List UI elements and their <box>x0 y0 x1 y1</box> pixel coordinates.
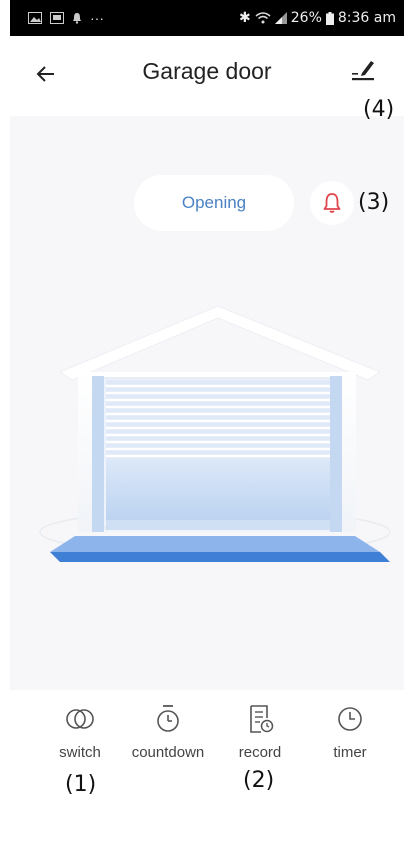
countdown-label: countdown <box>131 744 205 761</box>
timer-label: timer <box>333 744 367 761</box>
stopwatch-icon <box>157 705 179 732</box>
app-screen: ··· ✱ 26% 8:36 am Garage door (4) Openin… <box>10 0 404 844</box>
annotation-2: (2) <box>243 768 275 793</box>
record-label: record <box>238 744 282 761</box>
annotation-1: (1) <box>65 772 97 797</box>
annotation-4: (4) <box>363 97 395 122</box>
door-slats <box>106 380 330 460</box>
garage-door-illustration <box>39 305 390 562</box>
status-left-icons: ··· <box>28 10 104 26</box>
page-title: Garage door <box>142 58 272 84</box>
record-button[interactable]: record <box>220 702 300 761</box>
bottom-action-bar: switch countdown record timer <box>10 690 404 844</box>
annotation-3: (3) <box>358 190 390 215</box>
door-status-badge: Opening <box>134 175 294 231</box>
bell-icon <box>323 193 341 213</box>
notification-bell-icon <box>73 13 81 24</box>
timer-button[interactable]: timer <box>310 702 390 761</box>
clock-time: 8:36 am <box>337 10 396 26</box>
switch-toggle-icon <box>66 709 94 729</box>
signal-icon <box>274 12 287 24</box>
countdown-button[interactable]: countdown <box>128 702 208 761</box>
more-notifications: ··· <box>90 10 104 26</box>
header: Garage door <box>10 36 404 116</box>
switch-button[interactable]: switch <box>40 702 120 761</box>
battery-icon <box>325 11 334 25</box>
bluetooth-icon: ✱ <box>239 10 251 26</box>
switch-label: switch <box>59 744 101 761</box>
alarm-bell-button[interactable] <box>310 181 354 225</box>
wifi-icon <box>255 12 271 24</box>
pencil-edit-icon[interactable] <box>350 58 376 82</box>
record-list-icon <box>250 705 274 733</box>
gallery-icon <box>28 12 42 24</box>
status-right: ✱ 26% 8:36 am <box>239 10 396 26</box>
image-icon <box>50 12 64 24</box>
status-bar: ··· ✱ 26% 8:36 am <box>10 0 404 36</box>
battery-percent: 26% <box>290 10 322 26</box>
door-status-text: Opening <box>181 193 247 212</box>
clock-icon <box>338 707 362 731</box>
